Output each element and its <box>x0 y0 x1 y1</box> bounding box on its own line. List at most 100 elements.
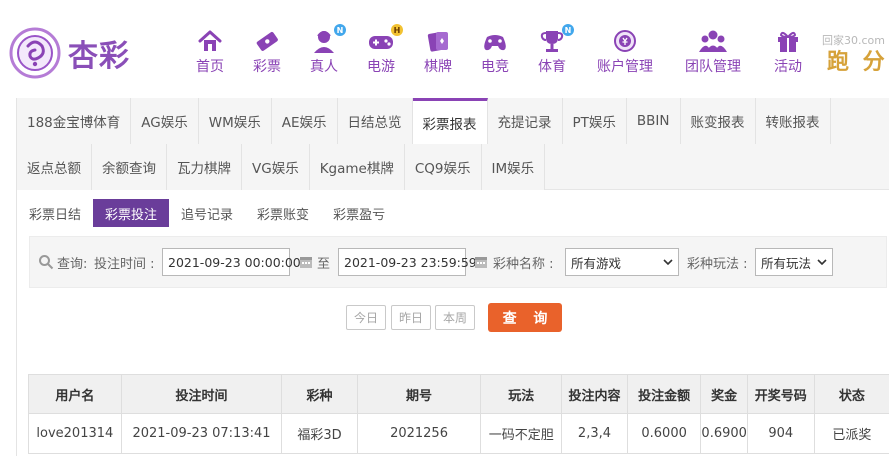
end-time-input[interactable]: 2021-09-23 23:59:59 <box>338 248 477 276</box>
report-panel: 188金宝博体育 AG娱乐 WM娱乐 AE娱乐 日结总览 彩票报表 充提记录 P… <box>16 98 889 456</box>
cards-icon <box>427 32 448 52</box>
lottery-subtabs: 彩票日结 彩票投注 追号记录 彩票账变 彩票盈亏 <box>17 198 397 228</box>
query-label: 查询: <box>57 256 88 272</box>
gift-icon <box>778 31 798 52</box>
play-label: 彩种玩法 : <box>687 256 748 272</box>
cell-username: love201314 <box>28 413 122 454</box>
game-label: 彩种名称 : <box>493 256 554 272</box>
query-button[interactable]: 查 询 <box>488 303 562 332</box>
bet-time-label: 投注时间 : <box>94 256 155 272</box>
to-separator: 至 <box>299 237 330 287</box>
tab-cq9[interactable]: CQ9娱乐 <box>404 144 482 190</box>
this-week-button[interactable]: 本周 <box>435 305 475 330</box>
cell-prize: 0.6900 <box>700 413 748 454</box>
esports-controller-icon <box>484 35 506 51</box>
subtab-lottery-bets[interactable]: 彩票投注 <box>93 199 170 227</box>
tab-balance-change[interactable]: 账变报表 <box>680 98 756 144</box>
tab-daily-overview[interactable]: 日结总览 <box>337 98 413 144</box>
subtab-lottery-profit[interactable]: 彩票盈亏 <box>321 199 397 227</box>
calendar-icon[interactable] <box>474 255 488 269</box>
account-icon <box>614 30 636 52</box>
tab-ag[interactable]: AG娱乐 <box>131 98 199 144</box>
game-select[interactable]: 所有游戏 <box>565 248 679 276</box>
home-icon <box>198 30 222 51</box>
top-header: 杏彩 首页 彩票 N 真人 H 电游 棋牌 电竞 N 体育 账户管理 团队管理 … <box>0 0 889 96</box>
tab-pt[interactable]: PT娱乐 <box>562 98 627 144</box>
play-select-value: 所有玩法 <box>761 255 812 271</box>
nav-label-team: 团队管理 <box>685 59 741 75</box>
cell-bet-content: 2,3,4 <box>561 413 628 454</box>
yesterday-button[interactable]: 昨日 <box>391 305 431 330</box>
col-lottery-type: 彩种 <box>281 374 358 414</box>
start-time-wrap: 2021-09-23 00:00:00 <box>162 237 301 287</box>
start-time-input[interactable]: 2021-09-23 00:00:00 <box>162 248 301 276</box>
tab-row-2: 返点总额 余额查询 瓦力棋牌 VG娱乐 Kgame棋牌 CQ9娱乐 IM娱乐 <box>17 144 546 190</box>
nav-item-team[interactable]: 团队管理 <box>685 28 741 76</box>
nav-label-lottery: 彩票 <box>253 59 281 75</box>
team-icon <box>699 30 727 52</box>
status-badge: 已派奖 <box>813 413 889 454</box>
nav-item-lottery[interactable]: 彩票 <box>253 28 281 76</box>
site-logo[interactable]: 杏彩 <box>8 26 130 80</box>
nav-label-slots: 电游 <box>367 59 395 75</box>
table-row[interactable]: love201314 2021-09-23 07:13:41 福彩3D 2021… <box>28 413 889 454</box>
tab-balance-query[interactable]: 余额查询 <box>92 144 167 190</box>
col-bet-content: 投注内容 <box>561 374 628 414</box>
to-label: 至 <box>317 256 331 272</box>
col-play-type: 玩法 <box>480 374 563 414</box>
tab-deposit-withdraw[interactable]: 充提记录 <box>487 98 563 144</box>
nav-label-home: 首页 <box>196 59 224 75</box>
tab-transfer-report[interactable]: 转账报表 <box>755 98 831 144</box>
subtab-lottery-daily[interactable]: 彩票日结 <box>17 199 93 227</box>
nav-item-home[interactable]: 首页 <box>196 28 224 76</box>
game-select-value: 所有游戏 <box>571 255 622 271</box>
game-label-group: 彩种名称 : <box>474 237 554 287</box>
table-header-row: 用户名 投注时间 彩种 期号 玩法 投注内容 投注金额 奖金 开奖号码 状态 <box>28 374 889 414</box>
query-label-group: 查询: <box>38 237 87 287</box>
tab-188bet-sports[interactable]: 188金宝博体育 <box>17 98 132 144</box>
col-bet-amount: 投注金额 <box>626 374 702 414</box>
cell-bet-amount: 0.6000 <box>626 413 702 454</box>
tab-wali-chess[interactable]: 瓦力棋牌 <box>167 144 242 190</box>
col-issue-number: 期号 <box>356 374 482 414</box>
new-badge-icon: N <box>334 24 346 36</box>
cell-issue-number: 2021256 <box>356 413 482 454</box>
subtab-chase-records[interactable]: 追号记录 <box>169 199 245 227</box>
subtab-lottery-ledger[interactable]: 彩票账变 <box>245 199 321 227</box>
nav-item-sports[interactable]: N 体育 <box>538 24 574 76</box>
tab-kgame-chess[interactable]: Kgame棋牌 <box>309 144 405 190</box>
tab-bbin[interactable]: BBIN <box>626 98 681 144</box>
report-tabs: 188金宝博体育 AG娱乐 WM娱乐 AE娱乐 日结总览 彩票报表 充提记录 P… <box>17 98 889 190</box>
lottery-ticket-icon <box>256 31 278 51</box>
play-select-wrap: 所有玩法 <box>755 237 833 287</box>
logo-emblem-icon <box>9 27 61 79</box>
tab-im[interactable]: IM娱乐 <box>481 144 546 190</box>
tab-wm[interactable]: WM娱乐 <box>198 98 272 144</box>
nav-item-promotions[interactable]: 活动 <box>774 28 802 76</box>
nav-label-live: 真人 <box>310 59 338 75</box>
new-badge-icon: N <box>562 24 574 36</box>
nav-item-slots[interactable]: H 电游 <box>367 24 403 76</box>
nav-item-cards[interactable]: 棋牌 <box>424 28 452 76</box>
today-button[interactable]: 今日 <box>346 305 386 330</box>
nav-item-account[interactable]: 账户管理 <box>597 28 653 76</box>
chevron-down-icon <box>663 259 673 265</box>
col-status: 状态 <box>813 374 889 414</box>
tab-lottery-report[interactable]: 彩票报表 <box>412 98 488 144</box>
calendar-icon[interactable] <box>299 255 313 269</box>
logo-text: 杏彩 <box>68 39 130 74</box>
tab-vg[interactable]: VG娱乐 <box>242 144 310 190</box>
cell-draw-number: 904 <box>746 413 815 454</box>
col-prize: 奖金 <box>700 374 748 414</box>
watermark-badge: 跑 分 <box>827 50 888 75</box>
nav-item-live[interactable]: N 真人 <box>310 24 346 76</box>
play-select[interactable]: 所有玩法 <box>755 248 833 276</box>
tab-ae[interactable]: AE娱乐 <box>271 98 338 144</box>
hot-badge-icon: H <box>391 24 403 36</box>
nav-label-esports: 电竞 <box>481 59 509 75</box>
nav-label-promotions: 活动 <box>774 59 802 75</box>
tab-rebate-total[interactable]: 返点总额 <box>17 144 92 190</box>
nav-item-esports[interactable]: 电竞 <box>481 28 509 76</box>
cell-lottery-type: 福彩3D <box>281 413 358 454</box>
chevron-down-icon <box>817 259 827 265</box>
